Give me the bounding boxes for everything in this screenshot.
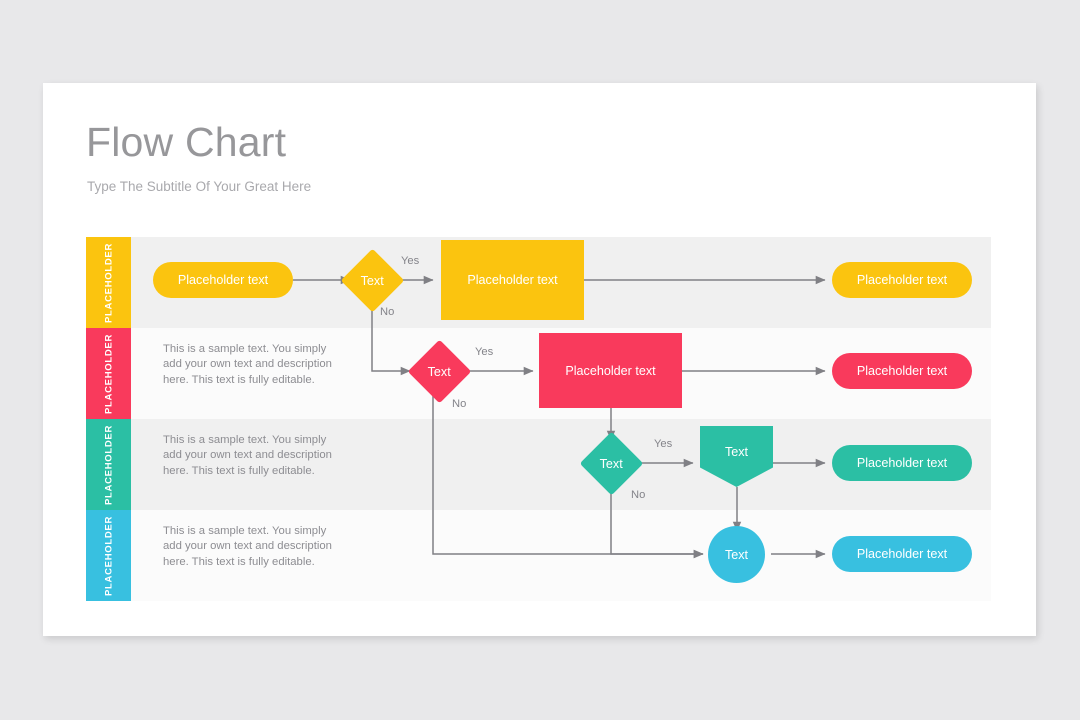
node-label: Text (599, 456, 624, 471)
edge-label-r3-no: No (631, 489, 646, 501)
node-label: Placeholder text (856, 273, 948, 287)
slide-canvas: Flow Chart Type The Subtitle Of Your Gre… (43, 83, 1036, 636)
node-label: Placeholder text (177, 273, 269, 287)
row-description-2: This is a sample text. You simply add yo… (163, 343, 332, 386)
page-title: Flow Chart (86, 119, 287, 165)
row-tab-2[interactable]: PLACEHOLDER (86, 328, 131, 419)
row-tab-1[interactable]: PLACEHOLDER (86, 237, 131, 328)
row-tab-label-3: PLACEHOLDER (103, 424, 114, 505)
node-r1-process[interactable]: Placeholder text (441, 240, 584, 320)
edge-label-r2-yes: Yes (475, 346, 494, 358)
node-label: Placeholder text (856, 456, 948, 470)
node-label: Text (724, 547, 749, 562)
node-r3-end[interactable]: Placeholder text (832, 445, 972, 481)
node-r2-end[interactable]: Placeholder text (832, 353, 972, 389)
node-label: Text (360, 273, 385, 288)
edge-label-r3-yes: Yes (654, 438, 673, 450)
node-label: Placeholder text (856, 364, 948, 378)
row-description-3: This is a sample text. You simply add yo… (163, 434, 332, 477)
node-r4-end[interactable]: Placeholder text (832, 536, 972, 572)
edge-label-r1-no: No (380, 306, 395, 318)
row-tab-4[interactable]: PLACEHOLDER (86, 510, 131, 601)
node-label: Placeholder text (467, 273, 558, 287)
page-subtitle: Type The Subtitle Of Your Great Here (87, 179, 312, 194)
node-r1-end[interactable]: Placeholder text (832, 262, 972, 298)
row-tab-label-1: PLACEHOLDER (103, 242, 114, 323)
row-tab-label-2: PLACEHOLDER (103, 333, 114, 414)
node-label: Placeholder text (856, 547, 948, 561)
edge-label-r1-yes: Yes (401, 255, 420, 267)
node-r2-process[interactable]: Placeholder text (539, 333, 682, 408)
edge-label-r2-no: No (452, 398, 467, 410)
row-tab-label-4: PLACEHOLDER (103, 515, 114, 596)
row-tab-3[interactable]: PLACEHOLDER (86, 419, 131, 510)
node-label: Text (724, 444, 749, 459)
node-r4-circle[interactable]: Text (708, 526, 765, 583)
node-r1-start[interactable]: Placeholder text (153, 262, 293, 298)
node-label: Placeholder text (565, 363, 656, 378)
node-label: Text (427, 364, 452, 379)
row-description-4: This is a sample text. You simply add yo… (163, 525, 332, 568)
